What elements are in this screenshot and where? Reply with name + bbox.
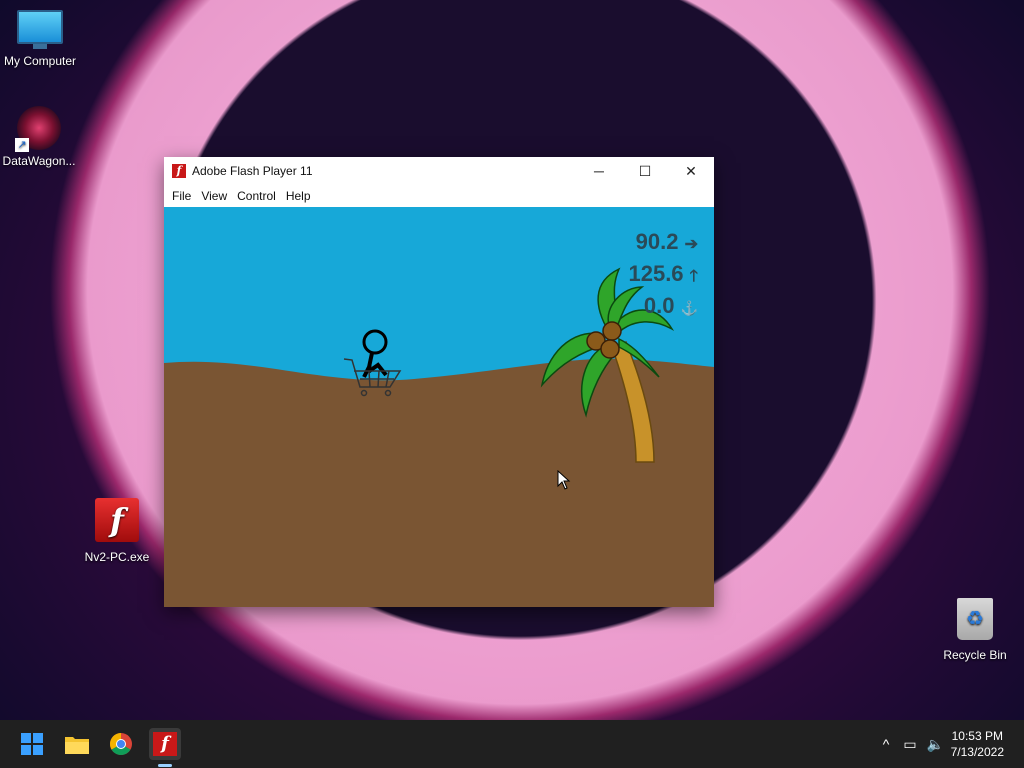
- coconut: [602, 321, 622, 341]
- menu-file[interactable]: File: [168, 189, 197, 203]
- maximize-button[interactable]: ☐: [622, 157, 668, 185]
- hud-speed-value: 90.2: [635, 229, 679, 254]
- coconut: [600, 339, 620, 359]
- volume-icon[interactable]: 🔈: [927, 736, 944, 753]
- desktop-icon-label: My Computer: [3, 54, 77, 68]
- hud-depth: 0.0 ⚓: [644, 293, 698, 319]
- taskbar-clock[interactable]: 10:53 PM 7/13/2022: [951, 728, 1004, 760]
- desktop-icon-datawagon[interactable]: ↗ DataWagon...: [0, 106, 79, 168]
- recycle-bin-icon: ♻: [957, 598, 993, 640]
- datawagon-icon: ↗: [15, 106, 61, 152]
- shortcut-arrow-icon: ↗: [15, 138, 29, 152]
- chrome-button[interactable]: [105, 728, 137, 760]
- taskbar: f ^ ▭ 🔈 10:53 PM 7/13/2022: [0, 720, 1024, 768]
- start-button[interactable]: [16, 728, 48, 760]
- game-stage[interactable]: 90.2 ➔ 125.6 🡑 0.0 ⚓: [164, 207, 714, 607]
- chevron-up-icon[interactable]: ^: [883, 736, 890, 752]
- computer-icon: [17, 10, 63, 49]
- hud-height: 125.6 🡑: [628, 261, 698, 292]
- desktop-icon-label: Nv2-PC.exe: [84, 550, 150, 564]
- menu-help[interactable]: Help: [282, 189, 317, 203]
- network-icon[interactable]: ▭: [903, 736, 916, 753]
- flash-player-icon: f: [153, 732, 177, 756]
- title-bar[interactable]: f Adobe Flash Player 11 ─ ☐ ✕: [164, 157, 714, 185]
- window-title: Adobe Flash Player 11: [192, 164, 313, 178]
- close-button[interactable]: ✕: [668, 157, 714, 185]
- minimize-button[interactable]: ─: [576, 157, 622, 185]
- flash-player-window: f Adobe Flash Player 11 ─ ☐ ✕ File View …: [164, 157, 714, 607]
- desktop-icon-label: Recycle Bin: [943, 648, 1007, 662]
- desktop-icon-recycle-bin[interactable]: ♻ Recycle Bin: [935, 598, 1015, 662]
- clock-time: 10:53 PM: [951, 729, 1003, 743]
- desktop-icon-my-computer[interactable]: My Computer: [0, 10, 80, 68]
- hud-height-value: 125.6: [628, 261, 684, 286]
- desktop-icon-nv2-pc[interactable]: f Nv2-PC.exe: [77, 498, 157, 564]
- system-tray: ^ ▭ 🔈: [883, 720, 944, 768]
- flash-exe-icon: f: [95, 498, 139, 542]
- flash-player-taskbar-button[interactable]: f: [149, 728, 181, 760]
- flash-player-icon: f: [172, 164, 186, 178]
- anchor-icon: ⚓: [680, 300, 698, 316]
- file-explorer-icon: [65, 737, 89, 754]
- start-icon: [21, 733, 43, 755]
- clock-date: 7/13/2022: [950, 745, 1004, 759]
- menu-bar: File View Control Help: [164, 185, 714, 207]
- hud-speed: 90.2 ➔: [636, 229, 698, 255]
- active-app-indicator: [158, 764, 172, 767]
- mouse-cursor-icon: [557, 470, 571, 490]
- chrome-icon: [110, 733, 132, 755]
- file-explorer-button[interactable]: [61, 728, 93, 760]
- right-arrow-icon: ➔: [684, 236, 698, 253]
- menu-view[interactable]: View: [197, 189, 233, 203]
- up-arrow-icon: 🡑: [689, 268, 698, 285]
- hud-depth-value: 0.0: [643, 293, 675, 318]
- menu-control[interactable]: Control: [233, 189, 282, 203]
- desktop-icon-label: DataWagon...: [2, 154, 76, 168]
